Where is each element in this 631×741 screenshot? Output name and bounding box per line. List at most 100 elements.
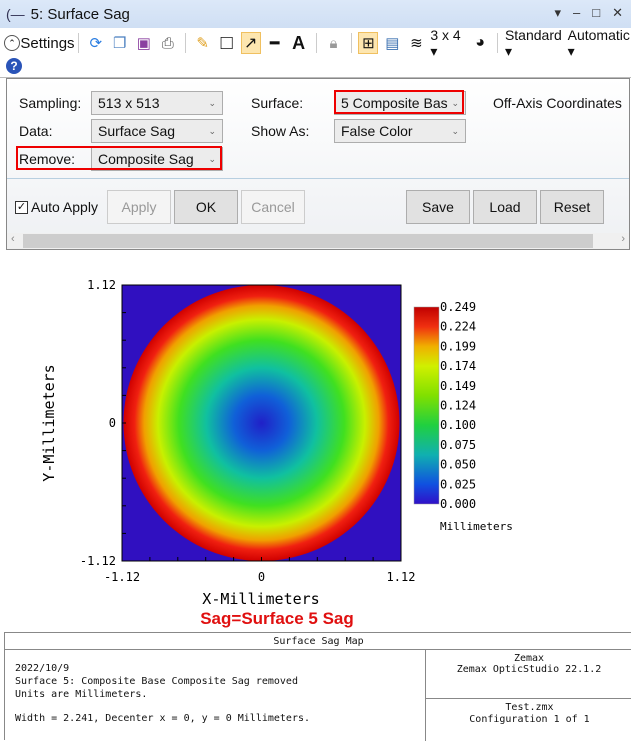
colorbar	[413, 306, 440, 505]
settings-panel: Sampling: 513 x 513 ⌄ Data: Surface Sag ⌄ …	[6, 78, 630, 250]
sag-disk	[123, 285, 400, 561]
rectangle-icon[interactable]: □	[217, 32, 237, 54]
collapse-settings-icon[interactable]: ⌃	[4, 35, 20, 51]
copy-icon[interactable]: ❐	[110, 32, 130, 54]
show-as-value: False Color	[341, 123, 413, 139]
chevron-down-icon: ⌄	[208, 125, 216, 136]
data-select[interactable]: Surface Sag ⌄	[91, 119, 223, 143]
colorbar-tick-label: 0.149	[440, 379, 476, 393]
ok-button[interactable]: OK	[174, 190, 238, 224]
sampling-value: 513 x 513	[98, 95, 160, 111]
separator	[77, 33, 79, 53]
sag-map-svg: -1.12 0 1.12 1.12 0 -1.12 X-Millimeters Y-Mi…	[40, 278, 513, 628]
toolbar: ⌃ Settings ⟳ ❐ ▣ ⎙ ✎ □ ↗ ━ A 🔒︎ ⊞ ▤ ≋ 3 …	[0, 27, 631, 78]
automatic-dropdown[interactable]: Automatic ▾	[568, 27, 631, 59]
colorbar-tick-label: 0.199	[440, 339, 476, 353]
divider	[426, 698, 631, 699]
colorbar-tick-label: 0.124	[440, 399, 476, 413]
reset-button[interactable]: Reset	[540, 190, 604, 224]
load-button[interactable]: Load	[473, 190, 537, 224]
footer-line1: Surface 5: Composite Base Composite Sag …	[15, 676, 298, 687]
chevron-down-icon: ⌄	[208, 97, 216, 108]
cancel-button[interactable]: Cancel	[241, 190, 305, 224]
x-tick-label: 1.12	[387, 570, 416, 584]
window-layout-icon[interactable]: ▤	[382, 32, 402, 54]
footer-file: Test.zmx	[505, 702, 554, 713]
y-tick-labels: 1.12 0 -1.12	[80, 278, 116, 568]
off-axis-link[interactable]: Off-Axis Coordinates	[493, 95, 622, 111]
y-tick-label: 1.12	[87, 278, 116, 292]
auto-apply-checkbox[interactable]: ✓ Auto Apply	[15, 199, 98, 215]
fit-icon[interactable]: ⊞	[358, 32, 379, 54]
layout-dropdown[interactable]: 3 x 4 ▾	[430, 27, 466, 59]
pencil-icon[interactable]: ✎	[193, 32, 213, 54]
scrollbar-thumb[interactable]	[23, 234, 593, 248]
colorbar-tick-label: 0.000	[440, 497, 476, 511]
scroll-left-icon[interactable]: ‹	[11, 233, 15, 245]
separator	[184, 33, 186, 53]
apply-button[interactable]: Apply	[107, 190, 171, 224]
separator	[497, 33, 498, 53]
maximize-button[interactable]: □	[592, 5, 600, 21]
save-button[interactable]: Save	[406, 190, 470, 224]
surface-label: Surface:	[251, 95, 304, 111]
x-tick-label: 0	[258, 570, 265, 584]
footer-vendor: Zemax	[513, 653, 545, 664]
x-tick-label: -1.12	[104, 570, 140, 584]
window-icon: (—	[6, 6, 25, 22]
colorbar-tick-label: 0.100	[440, 418, 476, 432]
print-icon[interactable]: ⎙	[158, 32, 178, 54]
chevron-down-icon: ⌄	[451, 125, 459, 136]
colorbar-tick-label: 0.025	[440, 477, 476, 491]
footer-panel: Surface Sag Map 2022/10/9 Surface 5: Com…	[4, 632, 631, 741]
dropdown-icon[interactable]: ▾	[554, 5, 561, 21]
save-icon[interactable]: ▣	[134, 32, 154, 54]
colorbar-tick-label: 0.075	[440, 438, 476, 452]
colorbar-tick-label: 0.050	[440, 458, 476, 472]
sag-annotation: Sag=Surface 5 Sag	[200, 609, 354, 628]
colorbar-label: Millimeters	[440, 520, 513, 533]
colorbar-tick-label: 0.249	[440, 300, 476, 314]
plot-area: -1.12 0 1.12 1.12 0 -1.12 X-Millimeters Y-Mi…	[0, 250, 631, 630]
refresh-icon[interactable]: ⟳	[86, 32, 106, 54]
sampling-label: Sampling:	[19, 95, 82, 111]
data-value: Surface Sag	[98, 123, 176, 139]
lock-icon[interactable]: 🔒︎	[324, 32, 344, 54]
horizontal-scrollbar[interactable]: ‹ ›	[7, 233, 629, 249]
line-icon[interactable]: ━	[265, 32, 285, 54]
colorbar-tick-label: 0.174	[440, 359, 476, 373]
colorbar-tick-label: 0.224	[440, 320, 476, 334]
footer-info-box: Zemax Zemax OpticStudio 22.1.2 Test.zmx …	[425, 650, 631, 741]
footer-line3: Width = 2.241, Decenter x = 0, y = 0 Mil…	[15, 713, 311, 724]
show-as-label: Show As:	[251, 123, 310, 139]
text-icon[interactable]: A	[289, 32, 309, 54]
footer-date: 2022/10/9	[15, 663, 70, 674]
y-tick-label: -1.12	[80, 554, 116, 568]
footer-config: Configuration 1 of 1	[469, 714, 590, 725]
layers-icon[interactable]: ≋	[406, 32, 426, 54]
close-button[interactable]: ✕	[612, 5, 623, 21]
separator	[350, 33, 352, 53]
show-as-select[interactable]: False Color ⌄	[334, 119, 466, 143]
y-axis-label: Y-Millimeters	[40, 364, 58, 481]
sampling-select[interactable]: 513 x 513 ⌄	[91, 91, 223, 115]
x-tick-labels: -1.12 0 1.12	[104, 570, 416, 584]
colorbar-tick-labels: 0.249 0.224 0.199 0.174 0.149 0.124 0.100 0.075…	[440, 300, 476, 511]
highlight-box	[16, 146, 222, 170]
minimize-button[interactable]: –	[573, 5, 580, 21]
scroll-right-icon[interactable]: ›	[621, 233, 625, 245]
x-axis-label: X-Millimeters	[202, 590, 319, 608]
highlight-box	[334, 90, 464, 114]
clock-icon[interactable]: ◕	[470, 32, 490, 54]
arrow-icon[interactable]: ↗	[240, 32, 261, 54]
help-icon[interactable]: ?	[6, 58, 22, 74]
standard-dropdown[interactable]: Standard ▾	[505, 27, 564, 59]
settings-button[interactable]: Settings	[20, 32, 74, 54]
divider	[7, 178, 629, 179]
data-label: Data:	[19, 123, 53, 139]
footer-title: Surface Sag Map	[5, 633, 631, 650]
title-bar: (— 5: Surface Sag ▾ – □ ✕	[0, 0, 631, 28]
checkbox-icon: ✓	[15, 200, 28, 214]
y-tick-label: 0	[109, 416, 116, 430]
auto-apply-label: Auto Apply	[31, 199, 98, 215]
